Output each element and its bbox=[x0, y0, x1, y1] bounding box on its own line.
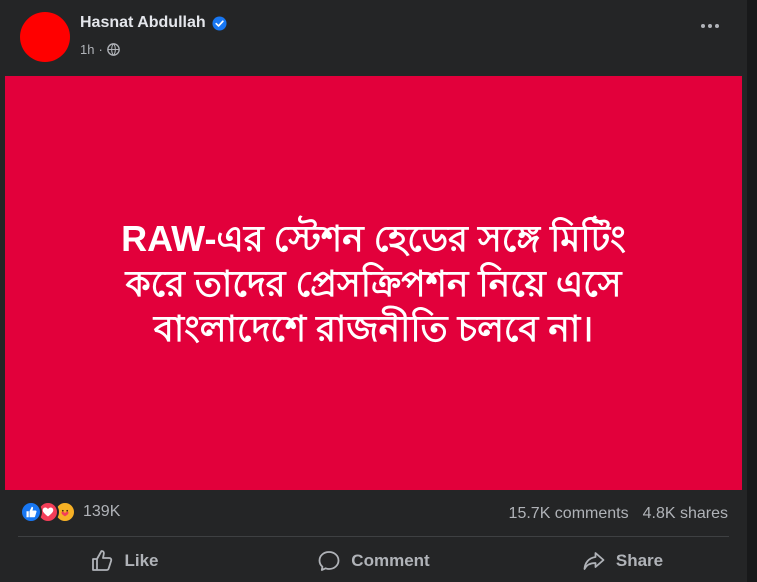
reaction-count: 139K bbox=[83, 503, 121, 520]
comments-count[interactable]: 15.7K comments bbox=[509, 505, 629, 523]
post-text-line: করে তাদের প্রেসক্রিপশন নিয়ে এসে bbox=[125, 262, 622, 304]
post-text: RAW-এর স্টেশন হেডের সঙ্গে মিটিং করে তাদে… bbox=[54, 216, 694, 351]
post-image[interactable]: RAW-এর স্টেশন হেডের সঙ্গে মিটিং করে তাদে… bbox=[5, 76, 742, 490]
comment-label: Comment bbox=[351, 551, 430, 570]
post-text-line: বাংলাদেশে রাজনীতি চলবে না। bbox=[153, 307, 594, 349]
post-meta: 1h · bbox=[80, 42, 120, 57]
share-icon bbox=[583, 552, 605, 570]
verified-badge-icon bbox=[212, 15, 227, 31]
action-bar: Like Comment Share bbox=[0, 540, 747, 582]
divider bbox=[18, 536, 729, 537]
post-stats: 139K 15.7K comments 4.8K shares bbox=[0, 492, 747, 534]
globe-icon bbox=[106, 43, 120, 56]
author-row: Hasnat Abdullah bbox=[80, 14, 227, 32]
post-card: Hasnat Abdullah 1h · RAW-এর স্টেশন হেডের… bbox=[0, 0, 747, 582]
like-reaction-icon bbox=[20, 501, 42, 523]
like-button[interactable]: Like bbox=[0, 540, 249, 582]
share-button[interactable]: Share bbox=[498, 540, 747, 582]
comment-icon bbox=[318, 551, 340, 571]
engagement-counts: 15.7K comments 4.8K shares bbox=[509, 505, 728, 523]
meta-separator: · bbox=[98, 42, 103, 57]
post-text-line: RAW-এর স্টেশন হেডের সঙ্গে মিটিং bbox=[121, 217, 626, 259]
like-icon bbox=[92, 550, 113, 571]
author-name[interactable]: Hasnat Abdullah bbox=[80, 14, 206, 32]
shares-count[interactable]: 4.8K shares bbox=[643, 505, 728, 523]
like-label: Like bbox=[124, 551, 159, 570]
avatar[interactable] bbox=[20, 12, 70, 62]
post-time[interactable]: 1h bbox=[80, 42, 94, 57]
comment-button[interactable]: Comment bbox=[249, 540, 498, 582]
more-options-icon[interactable] bbox=[701, 24, 719, 28]
reactions-summary[interactable]: 139K bbox=[20, 501, 120, 523]
share-label: Share bbox=[615, 551, 664, 570]
post-header: Hasnat Abdullah 1h · bbox=[0, 0, 747, 76]
